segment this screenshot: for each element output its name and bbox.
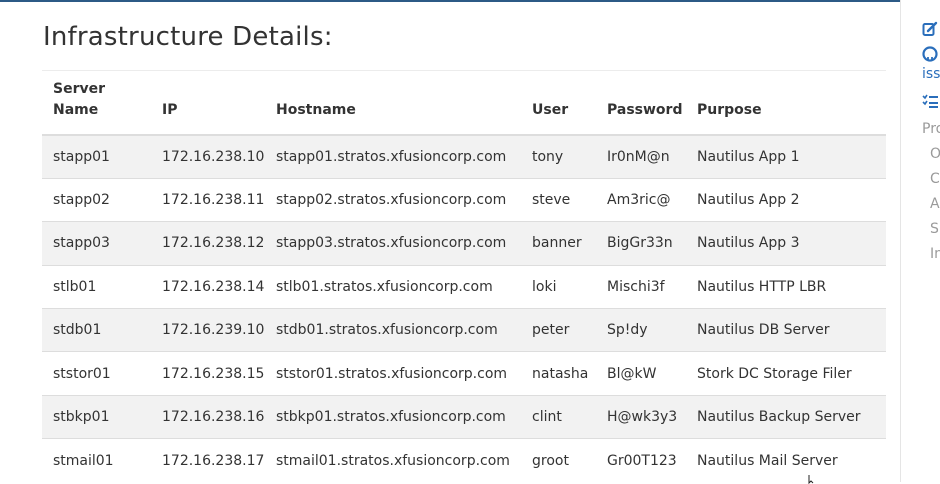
table-row: ststor01 172.16.238.15 ststor01.stratos.… bbox=[42, 351, 886, 396]
cell-server: stlb01 bbox=[42, 264, 151, 309]
github-icon[interactable] bbox=[922, 46, 940, 62]
cell-password: Sp!dy bbox=[596, 308, 686, 352]
table-row: stapp01 172.16.238.10 stapp01.stratos.xf… bbox=[42, 134, 886, 179]
cell-user: banner bbox=[521, 221, 596, 266]
cell-user: groot bbox=[521, 438, 596, 482]
cell-purpose: Nautilus HTTP LBR bbox=[686, 264, 886, 309]
cell-server: stapp01 bbox=[42, 134, 151, 179]
sidebar-toc-item[interactable]: Sh bbox=[930, 221, 940, 237]
cell-password: BigGr33n bbox=[596, 221, 686, 266]
task-list-icon[interactable] bbox=[922, 93, 940, 109]
cell-server: stdb01 bbox=[42, 308, 151, 352]
sidebar-toc-item[interactable]: In bbox=[930, 246, 940, 262]
table-row: stbkp01 172.16.238.16 stbkp01.stratos.xf… bbox=[42, 394, 886, 439]
column-header-ip: IP bbox=[151, 71, 265, 136]
cell-purpose: Nautilus DB Server bbox=[686, 308, 886, 352]
cell-hostname: stlb01.stratos.xfusioncorp.com bbox=[265, 264, 521, 309]
sidebar-toc-heading[interactable]: Pro bbox=[922, 121, 940, 137]
infrastructure-table: Server Name IP Hostname User Password Pu… bbox=[42, 71, 886, 482]
cell-hostname: ststor01.stratos.xfusioncorp.com bbox=[265, 351, 521, 396]
edit-icon-graphic bbox=[922, 21, 938, 36]
cell-server: stapp02 bbox=[42, 177, 151, 222]
column-header-server-name: Server Name bbox=[42, 71, 151, 136]
cell-password: Ir0nM@n bbox=[596, 134, 686, 179]
server-name-header-label: Server Name bbox=[53, 81, 106, 118]
cell-hostname: stbkp01.stratos.xfusioncorp.com bbox=[265, 394, 521, 439]
cell-ip: 172.16.238.16 bbox=[151, 394, 265, 439]
cell-hostname: stapp01.stratos.xfusioncorp.com bbox=[265, 134, 521, 179]
cell-ip: 172.16.238.14 bbox=[151, 264, 265, 309]
github-icon-graphic bbox=[922, 46, 938, 62]
sidebar-toc-item[interactable]: O bbox=[930, 146, 940, 162]
table-row: stdb01 172.16.239.10 stdb01.stratos.xfus… bbox=[42, 308, 886, 352]
cell-password: Bl@kW bbox=[596, 351, 686, 396]
cell-purpose: Nautilus Mail Server bbox=[686, 438, 886, 482]
column-header-hostname: Hostname bbox=[265, 71, 521, 136]
cell-hostname: stdb01.stratos.xfusioncorp.com bbox=[265, 308, 521, 352]
cell-user: peter bbox=[521, 308, 596, 352]
table-row: stapp02 172.16.238.11 stapp02.stratos.xf… bbox=[42, 177, 886, 222]
sidebar-toc-item[interactable]: Cr bbox=[930, 171, 940, 187]
cell-server: stmail01 bbox=[42, 438, 151, 482]
sidebar-issue-link[interactable]: issu bbox=[922, 66, 940, 82]
cell-ip: 172.16.238.10 bbox=[151, 134, 265, 179]
cell-hostname: stapp02.stratos.xfusioncorp.com bbox=[265, 177, 521, 222]
table-header-row: Server Name IP Hostname User Password Pu… bbox=[42, 71, 886, 136]
sidebar-toc-item[interactable]: Ap bbox=[930, 196, 940, 212]
cell-purpose: Nautilus App 2 bbox=[686, 177, 886, 222]
page-title: Infrastructure Details: bbox=[43, 22, 333, 52]
cell-password: H@wk3y3 bbox=[596, 394, 686, 439]
column-header-user: User bbox=[521, 71, 596, 136]
cell-server: stapp03 bbox=[42, 221, 151, 266]
cell-password: Am3ric@ bbox=[596, 177, 686, 222]
cell-server: stbkp01 bbox=[42, 394, 151, 439]
right-sidebar: issu Pro O Cr Ap Sh In bbox=[900, 0, 940, 482]
cell-server: ststor01 bbox=[42, 351, 151, 396]
column-header-purpose: Purpose bbox=[686, 71, 886, 136]
cell-password: Mischi3f bbox=[596, 264, 686, 309]
cell-hostname: stmail01.stratos.xfusioncorp.com bbox=[265, 438, 521, 482]
table-row: stmail01 172.16.238.17 stmail01.stratos.… bbox=[42, 438, 886, 482]
mouse-cursor-icon bbox=[808, 475, 814, 484]
column-header-password: Password bbox=[596, 71, 686, 136]
cell-user: steve bbox=[521, 177, 596, 222]
cell-purpose: Nautilus App 3 bbox=[686, 221, 886, 266]
task-list-icon-graphic bbox=[922, 94, 938, 108]
cell-ip: 172.16.238.17 bbox=[151, 438, 265, 482]
cell-purpose: Nautilus App 1 bbox=[686, 134, 886, 179]
table-row: stapp03 172.16.238.12 stapp03.stratos.xf… bbox=[42, 221, 886, 266]
cell-ip: 172.16.239.10 bbox=[151, 308, 265, 352]
cell-ip: 172.16.238.11 bbox=[151, 177, 265, 222]
cell-ip: 172.16.238.12 bbox=[151, 221, 265, 266]
cell-password: Gr00T123 bbox=[596, 438, 686, 482]
cell-user: tony bbox=[521, 134, 596, 179]
cell-ip: 172.16.238.15 bbox=[151, 351, 265, 396]
cell-user: loki bbox=[521, 264, 596, 309]
cell-purpose: Nautilus Backup Server bbox=[686, 394, 886, 439]
edit-icon[interactable] bbox=[922, 21, 940, 37]
cell-hostname: stapp03.stratos.xfusioncorp.com bbox=[265, 221, 521, 266]
cell-purpose: Stork DC Storage Filer bbox=[686, 351, 886, 396]
cell-user: natasha bbox=[521, 351, 596, 396]
table-row: stlb01 172.16.238.14 stlb01.stratos.xfus… bbox=[42, 264, 886, 309]
main-content: Infrastructure Details: Server Name IP H… bbox=[42, 0, 886, 482]
cell-user: clint bbox=[521, 394, 596, 439]
